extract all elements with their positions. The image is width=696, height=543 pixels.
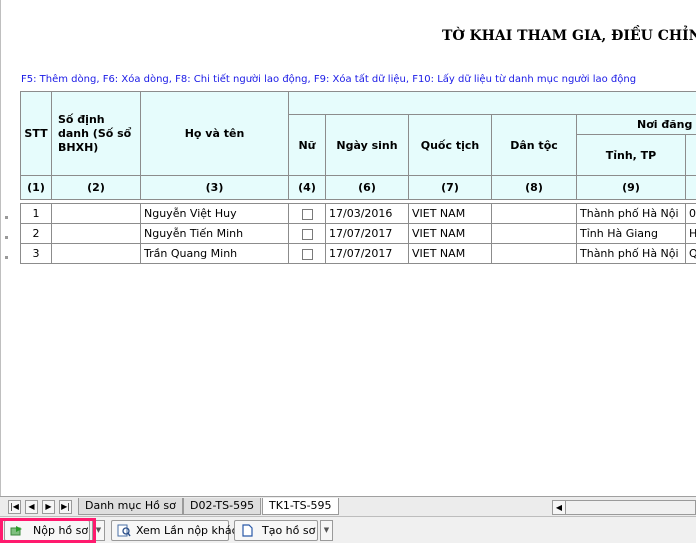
cell-stt[interactable]: 1 [20, 203, 52, 224]
declaration-table: STT Số định danh (Số sổ BHXH) Họ và tên … [20, 91, 696, 264]
cell-tinh-tp[interactable]: Thành phố Hà Nội [576, 203, 686, 224]
scroll-left-icon[interactable]: ◀ [553, 501, 566, 514]
header-so-dinh-danh: Số định danh (Số sổ BHXH) [51, 91, 141, 176]
cell-so-dinh-danh[interactable] [51, 223, 141, 244]
tao-ho-so-label: Tạo hồ sơ [262, 524, 316, 537]
next-sheet-icon[interactable]: ▶ [42, 500, 55, 514]
cell-next[interactable]: H [684, 223, 696, 244]
nop-ho-so-dropdown-icon[interactable]: ▼ [92, 520, 105, 541]
table-row: 2 Nguyễn Tiến Minh 17/07/2017 VIET NAM T… [20, 223, 696, 244]
cell-ngay-sinh[interactable]: 17/07/2017 [325, 223, 409, 244]
cell-next[interactable]: Q [684, 243, 696, 264]
cell-nu[interactable] [288, 203, 326, 224]
table-row: 3 Trần Quang Minh 17/07/2017 VIET NAM Th… [20, 243, 696, 264]
cell-nu[interactable] [288, 223, 326, 244]
cell-dan-toc[interactable] [491, 223, 577, 244]
first-sheet-icon[interactable]: |◀ [8, 500, 21, 514]
tab-d02-ts-595[interactable]: D02-TS-595 [183, 498, 262, 515]
female-checkbox[interactable] [301, 248, 313, 260]
column-number: (1) [20, 175, 52, 200]
keyboard-shortcut-hint: F5: Thêm dòng, F6: Xóa dòng, F8: Chi tiế… [21, 74, 637, 85]
cell-ho-ten[interactable]: Nguyễn Việt Huy [140, 203, 289, 224]
row-marker [5, 256, 8, 259]
tao-ho-so-button[interactable]: Tạo hồ sơ [234, 520, 318, 541]
header-ho-ten: Họ và tên [140, 91, 289, 176]
header-group-blank [287, 91, 696, 115]
cell-nu[interactable] [288, 243, 326, 264]
column-number-blank [684, 175, 696, 200]
cell-dan-toc[interactable] [491, 203, 577, 224]
column-number: (7) [408, 175, 492, 200]
column-number: (9) [576, 175, 686, 200]
tab-tk1-ts-595[interactable]: TK1-TS-595 [262, 498, 339, 515]
tao-ho-so-dropdown-icon[interactable]: ▼ [320, 520, 333, 541]
nop-ho-so-button[interactable]: Nộp hồ sơ [4, 520, 90, 541]
header-quoc-tich: Quốc tịch [408, 114, 492, 176]
cell-so-dinh-danh[interactable] [51, 243, 141, 264]
xem-lan-nop-khac-label: Xem Lần nộp khác [136, 524, 238, 537]
header-nu: Nữ [288, 114, 326, 176]
cell-ngay-sinh[interactable]: 17/03/2016 [325, 203, 409, 224]
column-number: (2) [51, 175, 141, 200]
header-tinh-tp: Tỉnh, TP [576, 134, 686, 176]
sheet-tab-bar: |◀ ◀ ▶ ▶| Danh mục Hồ sơ D02-TS-595 TK1-… [0, 496, 696, 517]
bottom-toolbar: Nộp hồ sơ ▼ Xem Lần nộp khác Tạo hồ sơ ▼ [0, 517, 696, 543]
prev-sheet-icon[interactable]: ◀ [25, 500, 38, 514]
page-title: TỜ KHAI THAM GIA, ĐIỀU CHỈNH T [442, 28, 696, 44]
nop-ho-so-label: Nộp hồ sơ [33, 524, 89, 537]
header-stt: STT [20, 91, 52, 176]
cell-next[interactable]: 01 [684, 203, 696, 224]
table-row: 1 Nguyễn Việt Huy 17/03/2016 VIET NAM Th… [20, 203, 696, 224]
cell-quoc-tich[interactable]: VIET NAM [408, 243, 492, 264]
row-marker [5, 236, 8, 239]
tab-danh-muc-ho-so[interactable]: Danh mục Hồ sơ [78, 498, 183, 515]
female-checkbox[interactable] [301, 228, 313, 240]
send-arrow-icon [10, 526, 22, 536]
column-number: (4) [288, 175, 326, 200]
cell-ho-ten[interactable]: Nguyễn Tiến Minh [140, 223, 289, 244]
cell-so-dinh-danh[interactable] [51, 203, 141, 224]
view-document-icon [117, 524, 131, 537]
new-document-icon [242, 524, 253, 537]
cell-tinh-tp[interactable]: Thành phố Hà Nội [576, 243, 686, 264]
cell-quoc-tich[interactable]: VIET NAM [408, 203, 492, 224]
cell-ngay-sinh[interactable]: 17/07/2017 [325, 243, 409, 264]
cell-stt[interactable]: 2 [20, 223, 52, 244]
last-sheet-icon[interactable]: ▶| [59, 500, 72, 514]
cell-dan-toc[interactable] [491, 243, 577, 264]
header-noi-dang-ky: Nơi đăng k [575, 114, 696, 135]
column-number: (3) [140, 175, 289, 200]
header-next-blank [684, 134, 696, 176]
spreadsheet-area: TỜ KHAI THAM GIA, ĐIỀU CHỈNH T F5: Thêm … [0, 0, 696, 496]
header-ngay-sinh: Ngày sinh [325, 114, 409, 176]
cell-ho-ten[interactable]: Trần Quang Minh [140, 243, 289, 264]
header-dan-toc: Dân tộc [491, 114, 577, 176]
column-number: (8) [491, 175, 577, 200]
female-checkbox[interactable] [301, 208, 313, 220]
cell-stt[interactable]: 3 [20, 243, 52, 264]
column-number: (6) [325, 175, 409, 200]
xem-lan-nop-khac-button[interactable]: Xem Lần nộp khác [111, 520, 238, 541]
cell-tinh-tp[interactable]: Tỉnh Hà Giang [576, 223, 686, 244]
horizontal-scrollbar[interactable]: ◀ [552, 500, 696, 515]
row-marker [5, 216, 8, 219]
cell-quoc-tich[interactable]: VIET NAM [408, 223, 492, 244]
